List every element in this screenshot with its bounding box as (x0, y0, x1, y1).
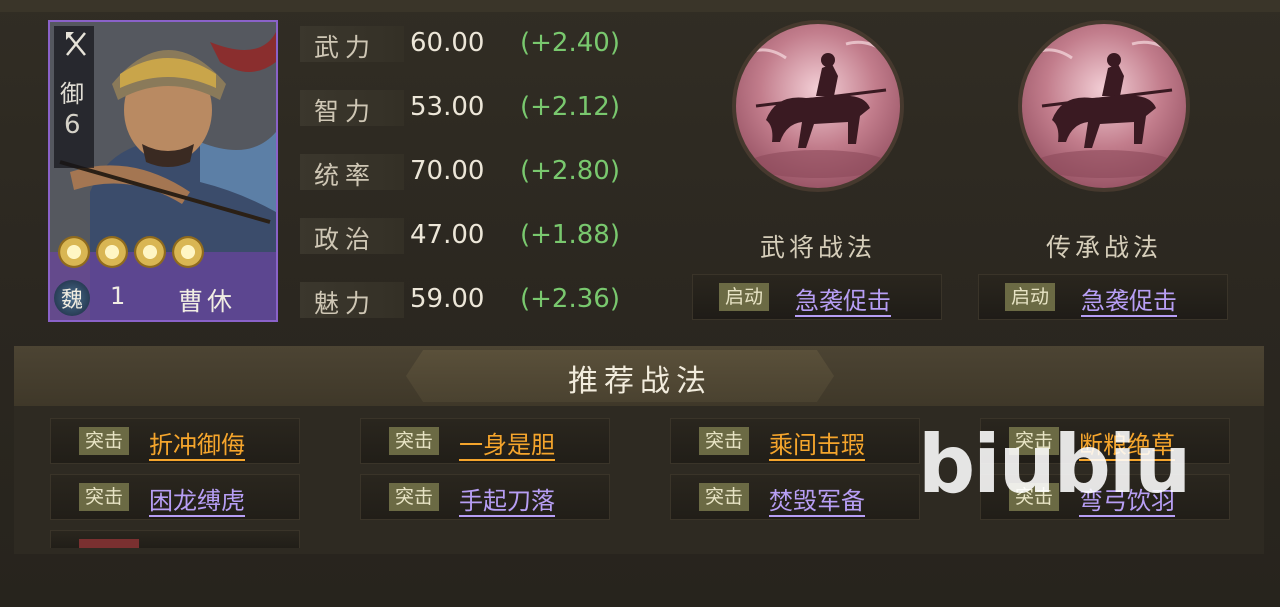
general-name: 曹休 (178, 287, 237, 316)
star-icon (172, 236, 204, 268)
recommended-tactic[interactable]: 突击 折冲御侮 (50, 418, 300, 464)
recommended-title: 推荐战法 (568, 364, 712, 399)
troop-rank-panel: 御 6 (54, 26, 94, 168)
tactic-name-link[interactable]: 乘间击瑕 (769, 425, 865, 460)
general-card[interactable]: 御 6 魏 1 曹休 (48, 20, 278, 322)
stat-value: 53.00 (410, 92, 485, 122)
stat-value: 59.00 (410, 284, 485, 314)
top-bar (0, 0, 1280, 12)
stat-name: 统率 (314, 161, 377, 190)
recommended-tactic[interactable]: 突击 焚毁军备 (670, 474, 920, 520)
stat-name: 智力 (314, 97, 377, 126)
tactic-type-tag: 突击 (699, 427, 750, 455)
tactic-name-link[interactable]: 急袭促击 (795, 281, 891, 316)
star-icon (96, 236, 128, 268)
troop-rank-label: 御 (60, 80, 84, 108)
stat-name: 政治 (314, 225, 377, 254)
tactic-type-tag: 突击 (389, 483, 440, 511)
tactic-type-tag: 突击 (389, 427, 440, 455)
stat-bonus: (+2.12) (520, 92, 620, 122)
star-rating (58, 236, 204, 272)
stat-name: 武力 (314, 33, 377, 62)
inherited-tactic-slot[interactable]: 传承战法 启动 急袭促击 (978, 20, 1228, 320)
stat-bonus: (+2.80) (520, 156, 620, 186)
general-level: 1 (110, 282, 126, 310)
cavalry-icon (1031, 40, 1174, 178)
tactic-medallion[interactable] (1018, 20, 1190, 192)
watermark: biubiu (918, 418, 1191, 511)
tactic-name-link[interactable]: 手起刀落 (459, 481, 555, 516)
general-tactic-slot[interactable]: 武将战法 启动 急袭促击 (692, 20, 942, 320)
bow-icon (66, 32, 86, 56)
tactic-pill[interactable]: 启动 急袭促击 (692, 274, 942, 320)
tactic-title: 武将战法 (759, 233, 876, 262)
faction-badge: 魏 (54, 280, 90, 316)
tactic-type-tag: 启动 (1005, 283, 1056, 311)
stat-value: 60.00 (410, 28, 485, 58)
tactic-title: 传承战法 (1045, 233, 1162, 262)
stat-value: 70.00 (410, 156, 485, 186)
stat-row-politics: 政治 47.00 (+1.88) (300, 212, 640, 258)
stat-row-intelligence: 智力 53.00 (+2.12) (300, 84, 640, 130)
tactic-type-tag: 启动 (719, 283, 770, 311)
recommended-tactic[interactable]: 突击 困龙缚虎 (50, 474, 300, 520)
star-icon (134, 236, 166, 268)
stat-row-charm: 魅力 59.00 (+2.36) (300, 276, 640, 322)
recommended-tactic[interactable]: 突击 手起刀落 (360, 474, 610, 520)
star-icon (58, 236, 90, 268)
tactic-name-link[interactable]: 焚毁军备 (769, 481, 865, 516)
recommended-tactic[interactable]: 突击 乘间击瑕 (670, 418, 920, 464)
tactic-name-link[interactable]: 折冲御侮 (149, 425, 245, 460)
stat-name: 魅力 (314, 289, 377, 318)
recommended-tactic[interactable]: 突击 一身是胆 (360, 418, 610, 464)
stat-value: 47.00 (410, 220, 485, 250)
stat-bonus: (+2.36) (520, 284, 620, 314)
tactic-type-tag: 突击 (79, 483, 130, 511)
card-footer: 魏 1 曹休 (54, 280, 272, 316)
stat-row-command: 统率 70.00 (+2.80) (300, 148, 640, 194)
stat-row-force: 武力 60.00 (+2.40) (300, 20, 640, 66)
tactic-type-tag (79, 539, 139, 548)
tactic-medallion[interactable] (732, 20, 904, 192)
tactic-name-link[interactable]: 困龙缚虎 (149, 481, 245, 516)
tactic-name-link[interactable]: 一身是胆 (459, 425, 555, 460)
tactic-type-tag: 突击 (699, 483, 750, 511)
recommended-tactic-partial[interactable] (50, 530, 300, 548)
troop-rank-value: 6 (64, 110, 81, 140)
tactic-name-link[interactable]: 急袭促击 (1081, 281, 1177, 316)
tactic-pill[interactable]: 启动 急袭促击 (978, 274, 1228, 320)
stat-bonus: (+2.40) (520, 28, 620, 58)
cavalry-icon (745, 40, 888, 178)
tactic-type-tag: 突击 (79, 427, 130, 455)
stat-bonus: (+1.88) (520, 220, 620, 250)
